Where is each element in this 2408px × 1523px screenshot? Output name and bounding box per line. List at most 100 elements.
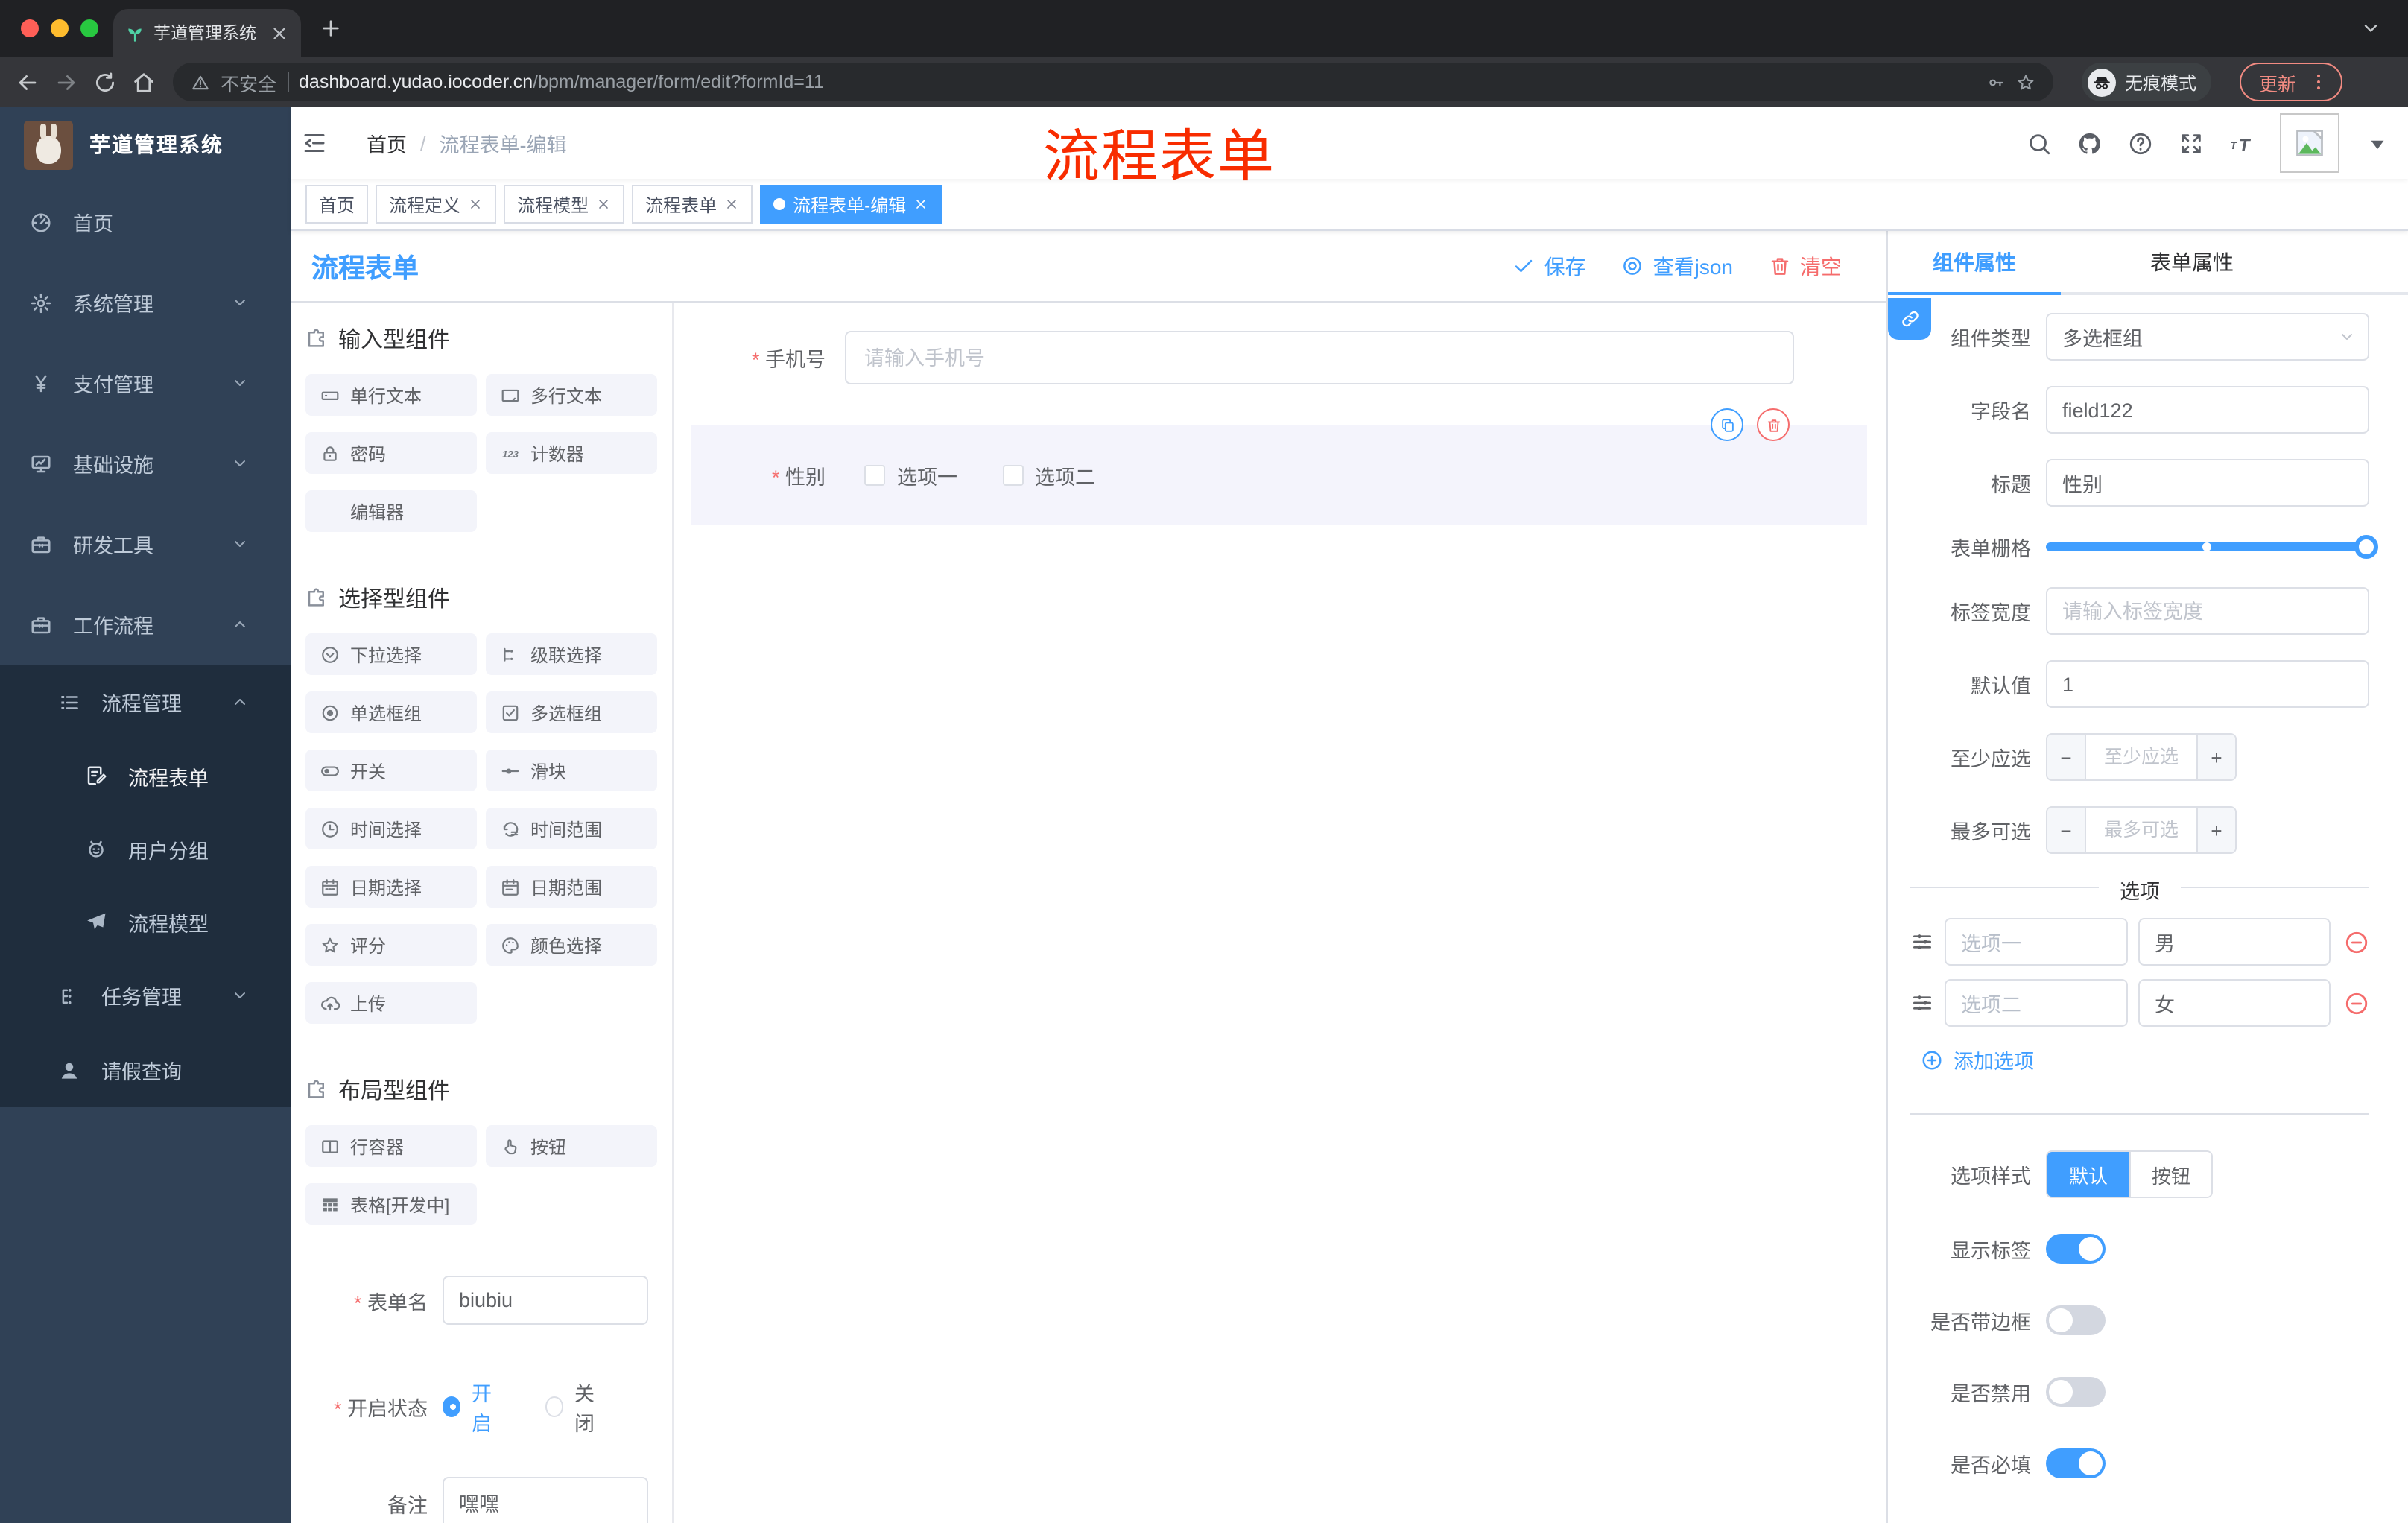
border-switch[interactable] bbox=[2046, 1305, 2106, 1335]
option-1-label-input[interactable] bbox=[1945, 918, 2128, 966]
disabled-switch[interactable] bbox=[2046, 1377, 2106, 1407]
required-switch[interactable] bbox=[2046, 1448, 2106, 1478]
sidebar-item-流程表单[interactable]: 流程表单 bbox=[0, 739, 291, 812]
tag-close-icon[interactable] bbox=[724, 197, 739, 212]
label-width-input[interactable] bbox=[2046, 587, 2369, 635]
palette-item-行容器[interactable]: 行容器 bbox=[305, 1125, 477, 1167]
palette-item-多行文本[interactable]: 多行文本 bbox=[486, 374, 657, 416]
palette-item-日期范围[interactable]: 日期范围 bbox=[486, 866, 657, 908]
sidebar-item-任务管理[interactable]: 任务管理 bbox=[0, 958, 291, 1033]
clear-button[interactable]: 清空 bbox=[1769, 251, 1842, 281]
gender-option-2-checkbox[interactable]: 选项二 bbox=[1002, 460, 1095, 490]
palette-item-颜色选择[interactable]: 颜色选择 bbox=[486, 924, 657, 966]
sidebar-item-首页[interactable]: 首页 bbox=[0, 182, 291, 262]
slider-handle[interactable] bbox=[2354, 535, 2378, 559]
form-grid-slider[interactable] bbox=[2046, 535, 2378, 559]
palette-item-滑块[interactable]: 滑块 bbox=[486, 750, 657, 791]
style-default-button[interactable]: 默认 bbox=[2047, 1152, 2129, 1197]
palette-item-开关[interactable]: 开关 bbox=[305, 750, 477, 791]
sidebar-item-基础设施[interactable]: 基础设施 bbox=[0, 423, 291, 504]
palette-item-计数器[interactable]: 123 计数器 bbox=[486, 432, 657, 474]
link-tab[interactable] bbox=[1888, 298, 1931, 340]
save-button[interactable]: 保存 bbox=[1513, 251, 1586, 281]
help-icon[interactable] bbox=[2128, 130, 2153, 156]
status-on-radio[interactable]: 开启 bbox=[443, 1377, 507, 1437]
tag-item[interactable]: 流程表单 bbox=[632, 185, 753, 224]
gender-option-1-checkbox[interactable]: 选项一 bbox=[864, 460, 957, 490]
bookmark-star-icon[interactable] bbox=[2016, 72, 2035, 92]
drag-handle-icon[interactable] bbox=[1910, 991, 1934, 1015]
sidebar-collapse-icon[interactable] bbox=[301, 130, 328, 156]
tag-item[interactable]: 流程定义 bbox=[376, 185, 497, 224]
plus-button[interactable]: + bbox=[2196, 808, 2235, 852]
palette-item-编辑器[interactable]: 编辑器 bbox=[305, 490, 477, 532]
option-2-label-input[interactable] bbox=[1945, 979, 2128, 1027]
palette-item-级联选择[interactable]: 级联选择 bbox=[486, 633, 657, 675]
palette-item-表格[开发中][interactable]: 表格[开发中] bbox=[305, 1183, 477, 1225]
field-name-input[interactable] bbox=[2046, 386, 2369, 434]
minimize-window-button[interactable] bbox=[51, 19, 69, 37]
search-icon[interactable] bbox=[2027, 130, 2052, 156]
tag-close-icon[interactable] bbox=[596, 197, 611, 212]
palette-item-单选框组[interactable]: 单选框组 bbox=[305, 691, 477, 733]
show-label-switch[interactable] bbox=[2046, 1234, 2106, 1264]
copy-widget-button[interactable] bbox=[1711, 408, 1743, 441]
password-manager-icon[interactable] bbox=[1986, 72, 2006, 92]
max-select-input[interactable] bbox=[2086, 808, 2196, 852]
option-2-value-input[interactable] bbox=[2138, 979, 2331, 1027]
github-icon[interactable] bbox=[2077, 130, 2103, 156]
default-value-input[interactable] bbox=[2046, 660, 2369, 708]
sidebar-item-请假查询[interactable]: 请假查询 bbox=[0, 1033, 291, 1107]
palette-item-下拉选择[interactable]: 下拉选择 bbox=[305, 633, 477, 675]
form-canvas[interactable]: 手机号 性别 选项 bbox=[674, 303, 1886, 1523]
back-button[interactable] bbox=[15, 69, 40, 95]
remove-option-icon[interactable] bbox=[2344, 929, 2369, 954]
min-select-stepper[interactable]: − + bbox=[2046, 733, 2237, 781]
add-option-button[interactable]: 添加选项 bbox=[1921, 1045, 2408, 1074]
sidebar-item-研发工具[interactable]: 研发工具 bbox=[0, 504, 291, 584]
sidebar-item-系统管理[interactable]: 系统管理 bbox=[0, 262, 291, 343]
component-type-select[interactable]: 多选框组 bbox=[2046, 313, 2369, 361]
sidebar-item-工作流程[interactable]: 工作流程 bbox=[0, 584, 291, 665]
browser-tab[interactable]: 芋道管理系统 bbox=[113, 9, 301, 57]
home-button[interactable] bbox=[131, 69, 156, 95]
breadcrumb-home[interactable]: 首页 bbox=[367, 128, 407, 158]
delete-widget-button[interactable] bbox=[1757, 408, 1790, 441]
tag-close-icon[interactable] bbox=[468, 197, 483, 212]
drag-handle-icon[interactable] bbox=[1910, 930, 1934, 954]
title-input[interactable] bbox=[2046, 459, 2369, 507]
option-1-value-input[interactable] bbox=[2138, 918, 2331, 966]
sidebar-item-流程管理[interactable]: 流程管理 bbox=[0, 665, 291, 739]
avatar-caret-icon[interactable] bbox=[2365, 130, 2390, 156]
phone-field-input[interactable] bbox=[845, 331, 1794, 384]
gender-field-selected[interactable]: 性别 选项一 选项二 bbox=[691, 408, 1867, 525]
sidebar-logo[interactable]: 芋道管理系统 bbox=[0, 107, 291, 182]
palette-item-时间选择[interactable]: 时间选择 bbox=[305, 808, 477, 849]
form-remark-textarea[interactable]: 嘿嘿 bbox=[443, 1477, 648, 1523]
palette-item-上传[interactable]: 上传 bbox=[305, 982, 477, 1024]
palette-item-多选框组[interactable]: 多选框组 bbox=[486, 691, 657, 733]
url-bar[interactable]: 不安全 dashboard.yudao.iocoder.cn/bpm/manag… bbox=[173, 63, 2053, 101]
palette-item-密码[interactable]: 密码 bbox=[305, 432, 477, 474]
palette-item-单行文本[interactable]: 单行文本 bbox=[305, 374, 477, 416]
palette-item-时间范围[interactable]: 时间范围 bbox=[486, 808, 657, 849]
browser-menu-icon[interactable] bbox=[2308, 72, 2329, 92]
minus-button[interactable]: − bbox=[2047, 735, 2086, 779]
sidebar-item-用户分组[interactable]: 用户分组 bbox=[0, 812, 291, 885]
tag-close-icon[interactable] bbox=[913, 197, 928, 212]
plus-button[interactable]: + bbox=[2196, 735, 2235, 779]
minus-button[interactable]: − bbox=[2047, 808, 2086, 852]
tab-form-props[interactable]: 表单属性 bbox=[2061, 231, 2323, 292]
sidebar-item-流程模型[interactable]: 流程模型 bbox=[0, 885, 291, 958]
avatar[interactable] bbox=[2280, 113, 2339, 173]
browser-update-button[interactable]: 更新 bbox=[2240, 63, 2343, 101]
tab-component-props[interactable]: 组件属性 bbox=[1888, 231, 2061, 292]
view-json-button[interactable]: 查看json bbox=[1622, 251, 1733, 281]
phone-field[interactable]: 手机号 bbox=[691, 331, 1867, 384]
fullscreen-icon[interactable] bbox=[2179, 130, 2204, 156]
remove-option-icon[interactable] bbox=[2344, 990, 2369, 1016]
sidebar-item-支付管理[interactable]: 支付管理 bbox=[0, 343, 291, 423]
macos-window-controls[interactable] bbox=[21, 19, 98, 37]
tag-item[interactable]: 流程表单-编辑 bbox=[760, 185, 942, 224]
form-name-input[interactable] bbox=[443, 1276, 648, 1325]
